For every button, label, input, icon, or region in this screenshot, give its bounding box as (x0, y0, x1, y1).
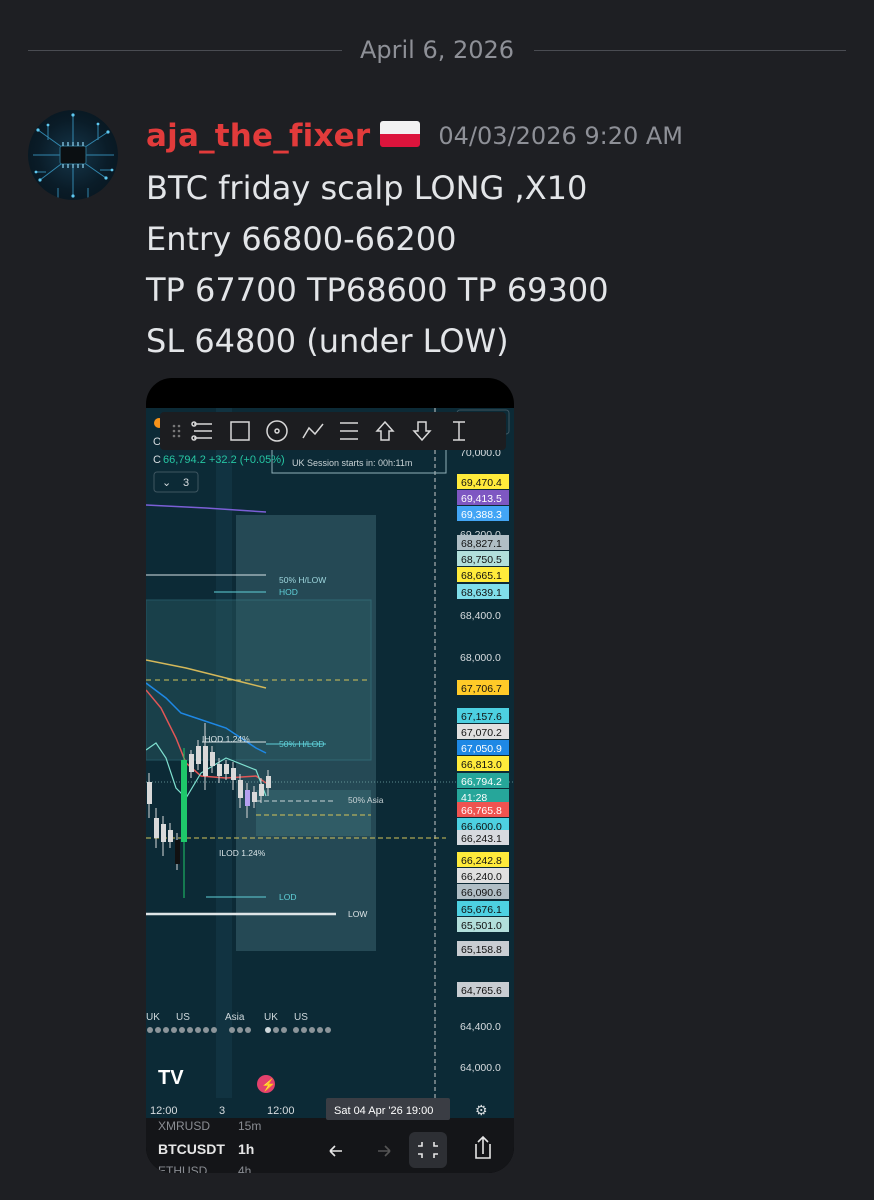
bottom-bar: XMRUSD BTCUSDT ETHUSD 15m 1h 4h (146, 1119, 514, 1173)
session-uk-left: UK (146, 1012, 160, 1023)
chart-screenshot-attachment[interactable]: UK Session starts in: 00h:11m 50% H/LOW … (146, 378, 514, 1173)
message-timestamp: 04/03/2026 9:20 AM (438, 122, 684, 150)
poland-flag-icon (380, 121, 421, 147)
symbol-tab[interactable]: XMRUSD (158, 1119, 210, 1133)
price-label: 68,827.1 (461, 538, 502, 550)
time-label: 3 (219, 1105, 225, 1117)
annotation-hod: HOD (279, 587, 298, 597)
price-label: 66,765.8 (461, 805, 502, 817)
session-banner: UK Session starts in: 00h:11m (292, 458, 412, 468)
message-line: Entry 66800-66200 (146, 220, 457, 258)
parallel-lines-tool-icon[interactable] (191, 421, 212, 441)
price-label: 69,388.3 (461, 509, 502, 521)
price-label: 68,665.1 (461, 570, 502, 582)
message-line: SL 64800 (under LOW) (146, 322, 509, 360)
price-label: 67,706.7 (461, 683, 502, 695)
message-body: BTC friday scalp LONG ,X10 Entry 66800-6… (146, 163, 609, 367)
symbol-tab-active[interactable]: BTCUSDT (158, 1141, 225, 1157)
svg-text:⌄: ⌄ (162, 477, 171, 489)
interval-tab[interactable]: 4h (238, 1164, 251, 1173)
user-avatar[interactable] (28, 110, 118, 200)
price-label: 65,676.1 (461, 904, 502, 916)
price-label: 66,090.6 (461, 887, 502, 899)
session-us-left: US (176, 1012, 190, 1023)
date-divider: April 6, 2026 (28, 34, 846, 66)
message-line: TP 67700 TP68600 TP 69300 (146, 271, 609, 309)
interval-tab-active[interactable]: 1h (238, 1141, 254, 1157)
quote-line: 66,794.2 +32.2 (+0.05%) (163, 454, 285, 466)
message-header: aja_the_fixer 04/03/2026 9:20 AM (146, 116, 683, 156)
session-uk: UK (264, 1012, 278, 1023)
price-label: 65,158.8 (461, 944, 502, 956)
drawing-toolbar (160, 412, 506, 450)
svg-text:⚡: ⚡ (261, 1078, 276, 1092)
annotation-ihod: IHOD 1.24% (202, 734, 250, 744)
session-asia: Asia (225, 1012, 245, 1023)
price-label: 67,070.2 (461, 727, 502, 739)
symbol-tab[interactable]: ETHUSD (158, 1164, 208, 1173)
price-tick: 68,400.0 (460, 610, 501, 622)
arrow-down-tool-icon[interactable] (412, 421, 432, 442)
price-tick: 68,000.0 (460, 652, 501, 664)
crosshair-time: Sat 04 Apr '26 19:00 (334, 1105, 433, 1117)
date-divider-label: April 6, 2026 (341, 36, 533, 64)
price-label: 66,813.0 (461, 759, 502, 771)
price-label: 67,157.6 (461, 711, 502, 723)
trading-chart: UK Session starts in: 00h:11m 50% H/LOW … (146, 408, 514, 1173)
time-label: 12:00 (267, 1105, 295, 1117)
settings-gear-icon[interactable]: ⚙ (475, 1102, 488, 1118)
collapse-button[interactable] (409, 1132, 447, 1168)
interval-tab[interactable]: 15m (238, 1119, 261, 1133)
tradingview-logo: TV (158, 1067, 184, 1089)
chip-avatar-icon (33, 113, 114, 198)
share-icon[interactable] (475, 1135, 491, 1159)
arrow-up-tool-icon[interactable] (375, 420, 395, 441)
measure-tool-icon[interactable] (453, 421, 465, 441)
fib-tool-icon[interactable] (340, 422, 358, 440)
price-label: 65,501.0 (461, 920, 502, 932)
price-tick: 64,400.0 (460, 1021, 501, 1033)
close-label: C (153, 454, 161, 466)
session-us: US (294, 1012, 308, 1023)
annotation-50-h-low: 50% H/LOW (279, 575, 326, 585)
time-label: 12:00 (150, 1105, 178, 1117)
message-line: BTC friday scalp LONG ,X10 (146, 169, 588, 207)
annotation-ilod: ILOD 1.24% (219, 848, 266, 858)
price-label: 66,794.2 (461, 776, 502, 788)
price-label: 69,470.4 (461, 477, 502, 489)
username[interactable]: aja_the_fixer (146, 118, 370, 154)
price-labels: 69,470.4 69,413.5 69,388.3 68,827.1 68,750.5… (457, 474, 509, 997)
annotation-lod: LOD (279, 892, 296, 902)
redo-arrow-icon[interactable] (378, 1145, 391, 1157)
price-tick: 64,000.0 (460, 1062, 501, 1074)
price-label: 67,050.9 (461, 743, 502, 755)
price-label: 66,240.0 (461, 871, 502, 883)
rectangle-tool-icon[interactable] (230, 421, 250, 441)
path-tool-icon[interactable] (302, 423, 324, 439)
price-label: 66,242.8 (461, 855, 502, 867)
undo-arrow-icon[interactable] (329, 1145, 342, 1157)
price-label: 68,639.1 (461, 587, 502, 599)
price-label: 68,750.5 (461, 554, 502, 566)
price-label: 66,243.1 (461, 833, 502, 845)
circle-tool-icon[interactable] (266, 420, 288, 442)
annotation-50-asia: 50% Asia (348, 795, 384, 805)
indicator-count[interactable]: 3 (183, 477, 189, 489)
annotation-low: LOW (348, 909, 367, 919)
price-label: 69,413.5 (461, 493, 502, 505)
annotation-50-h-lod: 50% H/LOD (279, 739, 324, 749)
price-label: 64,765.6 (461, 985, 502, 997)
